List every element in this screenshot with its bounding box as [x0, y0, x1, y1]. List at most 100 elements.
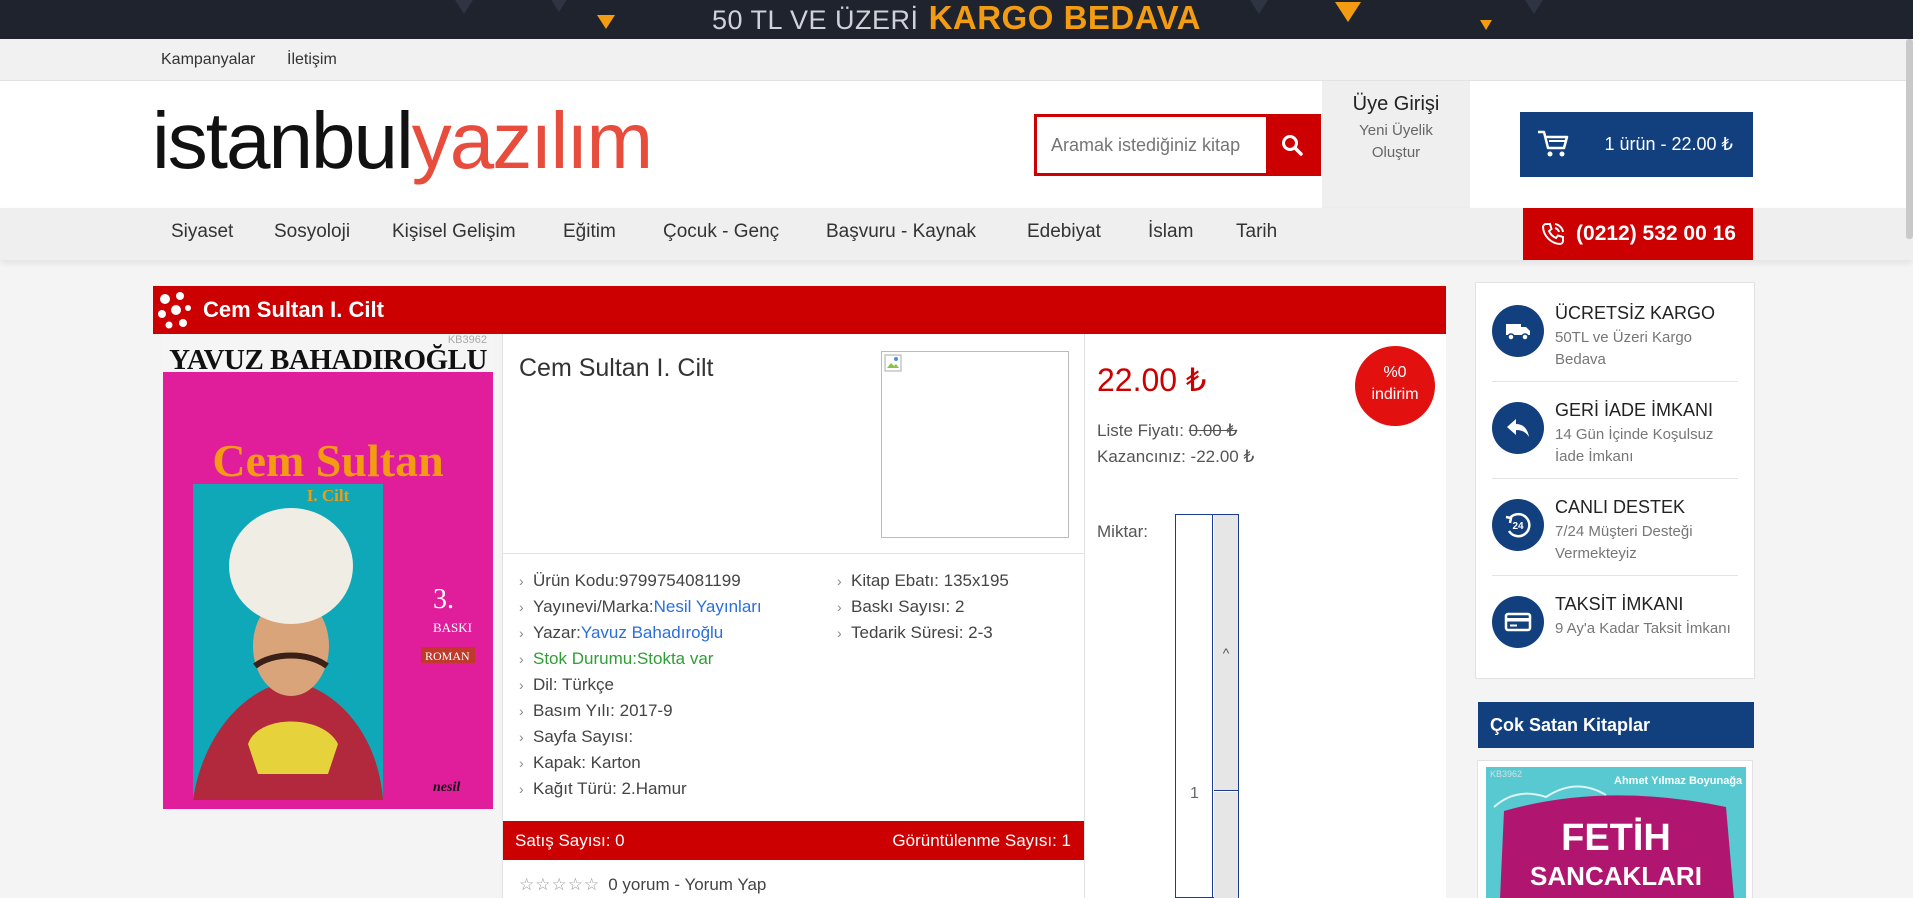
chevron-right-icon: › — [837, 573, 842, 589]
category-egitim[interactable]: Eğitim — [563, 221, 616, 243]
product-title-heading: Cem Sultan I. Cilt — [203, 297, 384, 322]
truck-icon — [1492, 305, 1544, 357]
info-live-support: 24 CANLI DESTEK 7/24 Müşteri Desteği Ver… — [1492, 479, 1738, 576]
cover-author: YAVUZ BAHADIROĞLU — [169, 344, 487, 376]
spec-value: Türkçe — [561, 675, 614, 694]
chevron-right-icon: › — [837, 599, 842, 615]
spec-print-year: › Basım Yılı: 2017-9 — [519, 698, 762, 724]
spec-value: 2.Hamur — [621, 779, 687, 798]
info-desc: 14 Gün İçinde Koşulsuz İade İmkanı — [1555, 426, 1714, 465]
discount-label: indirim — [1371, 386, 1419, 403]
phone-button[interactable]: (0212) 532 00 16 — [1523, 208, 1753, 260]
quantity-input[interactable]: 1 — [1176, 515, 1213, 898]
support-24-icon: 24 — [1492, 499, 1544, 551]
member-panel: Üye Girişi Yeni Üyelik Oluştur — [1322, 81, 1470, 208]
category-basvuru-kaynak[interactable]: Başvuru - Kaynak — [826, 221, 976, 243]
spec-value: 2017-9 — [619, 701, 673, 720]
price-info: Liste Fiyatı: 0.00 ₺ Kazancınız: -22.00 … — [1097, 418, 1254, 470]
chevron-right-icon: › — [519, 755, 524, 771]
spec-value: 9799754081199 — [619, 571, 741, 590]
link-campaigns[interactable]: Kampanyalar — [161, 51, 255, 69]
specs-list-right: › Kitap Ebatı: 135x195 › Baskı Sayısı: 2 ›… — [837, 568, 1009, 646]
cover-genre: ROMAN — [425, 649, 470, 663]
info-installments: TAKSİT İMKANI 9 Ay'a Kadar Taksit İmkanı — [1492, 576, 1738, 673]
category-edebiyat[interactable]: Edebiyat — [1027, 221, 1101, 243]
product-details: Cem Sultan I. Cilt › Ürün Kodu:9799754081… — [502, 334, 1085, 898]
chevron-right-icon: › — [519, 729, 524, 745]
stats-bar: Satış Sayısı: 0 Görüntülenme Sayısı: 1 — [503, 821, 1085, 860]
bestseller-card[interactable]: KB3962 Ahmet Yılmaz Boyunağa FETİH SANCA… — [1477, 760, 1753, 898]
cover-volume: I. Cilt — [306, 486, 350, 505]
category-tarih[interactable]: Tarih — [1236, 221, 1277, 243]
spec-value: Karton — [590, 753, 641, 772]
quantity-stepper: 1 ^ — [1175, 514, 1239, 898]
price-panel: 22.00 ₺ %0 indirim Liste Fiyatı: 0.00 ₺ … — [1084, 334, 1446, 898]
chevron-right-icon: › — [837, 625, 842, 641]
search-input[interactable] — [1037, 117, 1267, 173]
promo-threshold: 50 TL VE ÜZERİ — [711, 5, 919, 35]
spec-label: Tedarik Süresi: — [851, 623, 969, 642]
book-cover — [163, 334, 493, 809]
chevron-right-icon: › — [519, 625, 524, 641]
spec-value: 2-3 — [968, 623, 993, 642]
spec-language: › Dil: Türkçe — [519, 672, 762, 698]
discount-percent: %0 — [1383, 364, 1407, 381]
bestseller-cover-image[interactable]: KB3962 Ahmet Yılmaz Boyunağa FETİH SANCA… — [1486, 767, 1746, 898]
product-image[interactable]: KB3962 YAVUZ BAHADIROĞLU Cem Sultan I. C… — [163, 334, 493, 809]
new-account-link-line2[interactable]: Oluştur — [1322, 142, 1470, 164]
discount-badge: %0 indirim — [1355, 346, 1435, 426]
top-links-bar: Kampanyalar İletişim — [0, 39, 1913, 81]
spec-publisher: › Yayınevi/Marka:Nesil Yayınları — [519, 594, 762, 620]
cover-edition-word: BASKI — [433, 620, 473, 635]
category-siyaset[interactable]: Siyaset — [171, 221, 233, 243]
link-contact[interactable]: İletişim — [287, 51, 337, 69]
chevron-right-icon: › — [519, 781, 524, 797]
quantity-decrease-button[interactable] — [1214, 792, 1238, 898]
category-cocuk-genc[interactable]: Çocuk - Genç — [663, 221, 779, 243]
spec-label: Kapak: — [533, 753, 591, 772]
spec-product-code: › Ürün Kodu:9799754081199 — [519, 568, 762, 594]
site-logo[interactable]: istanbulyazılım — [152, 101, 653, 181]
quantity-increase-button[interactable]: ^ — [1214, 515, 1238, 791]
spec-label: Dil: — [533, 675, 562, 694]
spec-value: 2 — [954, 597, 965, 616]
bestseller-title-line2: SANCAKLARI — [1530, 861, 1702, 891]
new-account-link-line1[interactable]: Yeni Üyelik — [1322, 120, 1470, 142]
member-login-link[interactable]: Üye Girişi — [1322, 93, 1470, 116]
dots-decor-icon — [158, 292, 191, 329]
spec-label: Stok Durumu: — [533, 649, 637, 668]
cart-button[interactable]: 1 ürün - 22.00 ₺ — [1520, 112, 1753, 177]
chevron-right-icon: › — [519, 573, 524, 589]
page-scrollbar[interactable] — [1906, 39, 1913, 239]
spec-page-count: › Sayfa Sayısı: — [519, 724, 762, 750]
spec-label: Sayfa Sayısı: — [533, 727, 634, 746]
cart-icon — [1538, 130, 1569, 157]
quantity-value: 1 — [1190, 785, 1199, 802]
promo-banner[interactable]: 50 TL VE ÜZERİ KARGO BEDAVA — [0, 0, 1913, 39]
product-name: Cem Sultan I. Cilt — [519, 354, 714, 382]
logo-part-istanbul: istanbul — [152, 96, 414, 185]
search-box — [1034, 114, 1321, 176]
review-row: ☆☆☆☆☆ 0 yorum - Yorum Yap — [519, 875, 766, 895]
rating-stars-icon[interactable]: ☆☆☆☆☆ — [519, 875, 600, 894]
publisher-link[interactable]: Nesil Yayınları — [654, 597, 762, 616]
cart-summary: 1 ürün - 22.00 ₺ — [1604, 134, 1733, 154]
category-sosyoloji[interactable]: Sosyoloji — [274, 221, 350, 243]
savings: Kazancınız: -22.00 ₺ — [1097, 447, 1255, 466]
list-price-label: Liste Fiyatı: — [1097, 421, 1189, 440]
write-review-link[interactable]: Yorum Yap — [684, 875, 766, 894]
svg-text:24: 24 — [1512, 521, 1524, 532]
info-title: ÜCRETSİZ KARGO — [1555, 303, 1716, 323]
specs-list-left: › Ürün Kodu:9799754081199 › Yayınevi/Marka… — [519, 568, 762, 802]
search-icon — [1282, 135, 1303, 156]
info-desc: 50TL ve Üzeri Kargo Bedava — [1555, 329, 1693, 368]
search-button[interactable] — [1266, 117, 1318, 173]
broken-image-icon — [884, 354, 902, 372]
bestseller-title-line1: FETİH — [1561, 817, 1671, 859]
spec-stock: › Stok Durumu:Stokta var — [519, 646, 762, 672]
info-desc: 9 Ay'a Kadar Taksit İmkanı — [1555, 620, 1731, 637]
category-kisisel-gelisim[interactable]: Kişisel Gelişim — [392, 221, 516, 243]
author-link[interactable]: Yavuz Bahadıroğlu — [581, 623, 723, 642]
quantity-label: Miktar: — [1097, 522, 1148, 541]
category-islam[interactable]: İslam — [1148, 221, 1193, 243]
